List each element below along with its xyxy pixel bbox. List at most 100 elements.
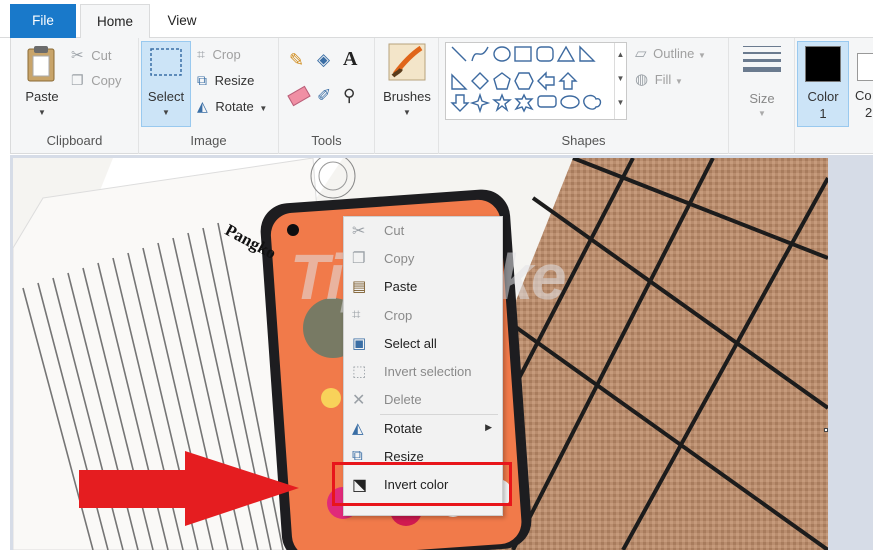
- menu-item-copy-label: Copy: [384, 251, 415, 266]
- select-dropdown-icon: ▼: [162, 108, 170, 117]
- select-all-icon: ▣: [352, 335, 367, 352]
- tab-home[interactable]: Home: [80, 4, 150, 39]
- eraser-icon[interactable]: [287, 85, 311, 107]
- select-button[interactable]: Select ▼: [141, 41, 191, 127]
- menu-item-select-all-label: Select all: [384, 336, 437, 351]
- scissors-icon: ✂: [71, 47, 84, 64]
- copy-button[interactable]: ❐ Copy: [71, 72, 122, 89]
- cut-label: Cut: [91, 48, 112, 63]
- copy-icon: ❐: [352, 250, 366, 267]
- menu-item-delete-label: Delete: [384, 392, 422, 407]
- pencil-icon[interactable]: ✎: [289, 50, 304, 71]
- resize-button[interactable]: ⧉ Resize: [197, 72, 254, 89]
- fill-label: Fill: [654, 72, 672, 87]
- copy-icon: ❐: [71, 72, 84, 88]
- color2-button[interactable]: Co 2: [853, 41, 873, 127]
- menu-item-paste[interactable]: ▤ Paste: [344, 274, 502, 300]
- size-button[interactable]: Size ▼: [737, 42, 787, 122]
- shapes-group: ▲ ▼ ▼ ▱ Outline ▼ ◍ Fill ▼ Shapes: [439, 38, 729, 154]
- paste-label: Paste: [25, 89, 59, 104]
- ribbon: Paste ▼ ✂ Cut ❐ Copy Clipboard Select ▼ …: [10, 38, 873, 154]
- shapes-scrollbar[interactable]: ▲ ▼ ▼: [614, 43, 626, 119]
- image-group-label: Image: [190, 133, 227, 148]
- fill-dropdown-icon: ▼: [674, 77, 683, 86]
- shapes-gallery-icons: [450, 45, 602, 114]
- image-group: Select ▼ ⌗ Crop ⧉ Resize ◭ Rotate ▼ Imag…: [139, 38, 279, 154]
- shapes-group-label: Shapes: [561, 133, 606, 148]
- delete-icon: ✕: [352, 392, 366, 409]
- menu-item-rotate[interactable]: ◭ Rotate ▶: [344, 416, 502, 442]
- menu-item-invert-selection[interactable]: ⬚ Invert selection: [344, 359, 502, 385]
- menu-item-crop[interactable]: ⌗ Crop: [344, 303, 502, 329]
- menu-item-cut[interactable]: ✂ Cut: [344, 218, 502, 244]
- crop-button[interactable]: ⌗ Crop: [197, 46, 241, 63]
- size-group: Size ▼: [729, 38, 795, 154]
- brushes-button[interactable]: Brushes ▼: [379, 42, 435, 122]
- paste-icon: [27, 46, 55, 82]
- text-icon[interactable]: A: [343, 48, 357, 71]
- color1-swatch: [805, 46, 841, 82]
- brushes-label: Brushes: [383, 89, 431, 104]
- resize-label: Resize: [214, 73, 255, 88]
- brush-icon: [388, 43, 426, 81]
- line-width-icon: [743, 46, 781, 72]
- fill-button[interactable]: ◍ Fill ▼: [635, 70, 683, 88]
- menu-item-select-all[interactable]: ▣ Select all: [344, 331, 502, 357]
- cut-button[interactable]: ✂ Cut: [71, 46, 111, 64]
- menu-item-cut-label: Cut: [384, 223, 405, 238]
- fill-bucket-icon[interactable]: ◈: [317, 50, 330, 70]
- submenu-arrow-icon: ▶: [485, 422, 492, 432]
- outline-button[interactable]: ▱ Outline ▼: [635, 44, 706, 62]
- menu-item-delete[interactable]: ✕ Delete: [344, 387, 502, 413]
- select-label: Select: [147, 89, 185, 104]
- menu-item-crop-label: Crop: [384, 308, 413, 323]
- tools-group: ✎ ◈ A ✐ ⚲ Tools: [279, 38, 375, 154]
- color1-number: 1: [819, 106, 827, 121]
- rotate-icon: ◭: [352, 420, 364, 437]
- magnifier-icon[interactable]: ⚲: [343, 86, 355, 106]
- menu-item-copy[interactable]: ❐ Copy: [344, 246, 502, 272]
- color1-button[interactable]: Color 1: [797, 41, 849, 127]
- color1-label: Color: [807, 89, 839, 104]
- canvas-resize-handle[interactable]: [824, 428, 828, 432]
- paste-button[interactable]: Paste ▼: [19, 42, 65, 122]
- outline-label: Outline: [653, 46, 695, 61]
- ribbon-tab-bar: File Home View: [0, 0, 873, 39]
- shapes-gallery[interactable]: ▲ ▼ ▼: [445, 42, 627, 120]
- scissors-icon: ✂: [352, 223, 366, 240]
- tab-view[interactable]: View: [152, 4, 212, 38]
- clipboard-group-label: Clipboard: [46, 133, 103, 148]
- highlight-box: [332, 462, 512, 506]
- size-dropdown-icon: ▼: [758, 109, 766, 118]
- outline-icon: ▱: [635, 45, 647, 62]
- color2-label: Co: [855, 88, 872, 103]
- paste-icon: ▤: [352, 278, 367, 295]
- rotate-dropdown-icon: ▼: [259, 104, 268, 113]
- copy-label: Copy: [91, 73, 122, 88]
- fill-icon: ◍: [635, 71, 649, 88]
- rotate-icon: ◭: [197, 98, 208, 114]
- paste-dropdown-icon: ▼: [38, 108, 46, 117]
- brushes-group: Brushes ▼: [375, 38, 439, 154]
- menu-separator: [380, 414, 498, 415]
- rotate-label: Rotate: [215, 99, 254, 114]
- crop-icon: ⌗: [197, 46, 205, 62]
- rectangular-select-icon: [150, 48, 182, 76]
- tools-group-label: Tools: [311, 133, 342, 148]
- menu-item-invert-selection-label: Invert selection: [384, 364, 472, 379]
- invert-selection-icon: ⬚: [352, 363, 367, 380]
- color2-number: 2: [865, 105, 873, 120]
- brushes-dropdown-icon: ▼: [403, 108, 411, 117]
- tab-file[interactable]: File: [10, 4, 76, 38]
- resize-icon: ⧉: [197, 72, 207, 88]
- rotate-button[interactable]: ◭ Rotate ▼: [197, 98, 267, 115]
- menu-item-rotate-label: Rotate: [384, 421, 423, 436]
- crop-icon: ⌗: [352, 306, 361, 323]
- crop-label: Crop: [212, 47, 241, 62]
- outline-dropdown-icon: ▼: [698, 51, 706, 60]
- clipboard-group: Paste ▼ ✂ Cut ❐ Copy Clipboard: [11, 38, 139, 154]
- color-picker-icon[interactable]: ✐: [317, 86, 331, 106]
- size-label: Size: [749, 91, 775, 106]
- menu-item-paste-label: Paste: [384, 279, 418, 294]
- color2-swatch: [857, 53, 873, 81]
